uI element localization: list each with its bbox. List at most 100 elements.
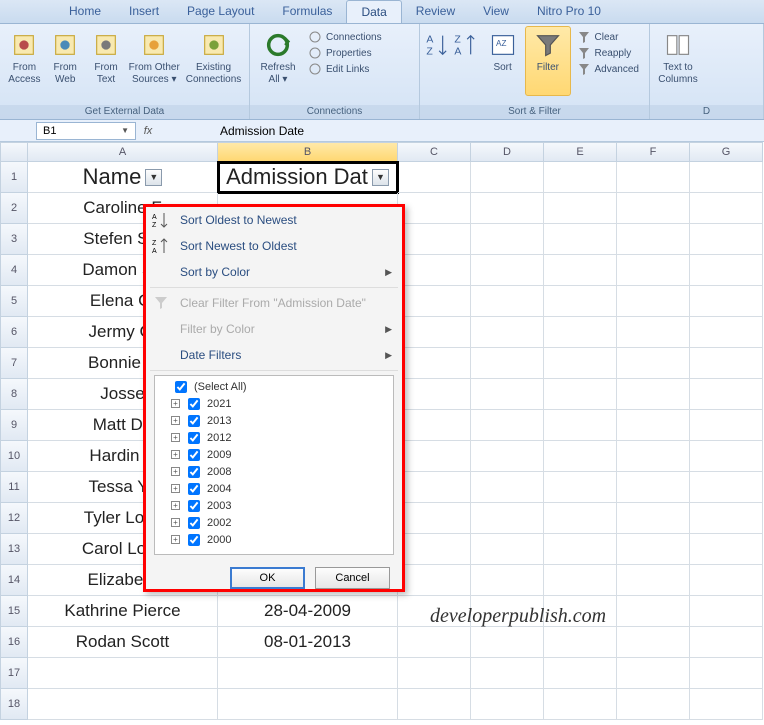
expand-icon[interactable]: +: [171, 535, 180, 544]
cell[interactable]: [471, 534, 544, 565]
cell[interactable]: [617, 658, 690, 689]
sort-newest-item[interactable]: ZA Sort Newest to Oldest: [146, 233, 402, 259]
cell[interactable]: [690, 565, 763, 596]
refresh-all-button[interactable]: Refresh All ▾: [254, 26, 302, 96]
row-header[interactable]: 1: [0, 162, 28, 193]
cell[interactable]: [690, 348, 763, 379]
column-header-F[interactable]: F: [617, 142, 690, 162]
cell[interactable]: [544, 162, 617, 193]
cell[interactable]: [617, 379, 690, 410]
column-header-D[interactable]: D: [471, 142, 544, 162]
tab-insert[interactable]: Insert: [115, 0, 173, 23]
row-header[interactable]: 17: [0, 658, 28, 689]
cell[interactable]: [617, 441, 690, 472]
cell[interactable]: [617, 317, 690, 348]
text-to-columns-button[interactable]: Text to Columns: [654, 26, 702, 96]
cell[interactable]: [617, 286, 690, 317]
cell[interactable]: [471, 565, 544, 596]
cell[interactable]: [544, 193, 617, 224]
cell[interactable]: [471, 627, 544, 658]
cell[interactable]: [398, 255, 471, 286]
row-header[interactable]: 9: [0, 410, 28, 441]
checkbox[interactable]: [188, 449, 200, 461]
expand-icon[interactable]: +: [171, 484, 180, 493]
row-header[interactable]: 18: [0, 689, 28, 720]
checkbox[interactable]: [188, 517, 200, 529]
date-filters-item[interactable]: Date Filters▶: [146, 342, 402, 368]
cell[interactable]: [617, 534, 690, 565]
tab-formulas[interactable]: Formulas: [268, 0, 346, 23]
row-header[interactable]: 12: [0, 503, 28, 534]
filter-arrow[interactable]: ▼: [372, 169, 389, 186]
checkbox[interactable]: [188, 483, 200, 495]
cell[interactable]: [544, 317, 617, 348]
cell[interactable]: [544, 534, 617, 565]
cell[interactable]: [544, 410, 617, 441]
cell[interactable]: Rodan Scott: [28, 627, 218, 658]
column-header-G[interactable]: G: [690, 142, 763, 162]
cell[interactable]: [471, 255, 544, 286]
row-header[interactable]: 6: [0, 317, 28, 348]
cell[interactable]: [690, 255, 763, 286]
checkbox[interactable]: [188, 534, 200, 546]
expand-icon[interactable]: +: [171, 467, 180, 476]
expand-icon[interactable]: +: [171, 518, 180, 527]
checkbox[interactable]: [188, 398, 200, 410]
cell[interactable]: [690, 162, 763, 193]
access-button[interactable]: From Access: [4, 26, 45, 96]
cell[interactable]: [690, 596, 763, 627]
cell[interactable]: [617, 503, 690, 534]
cell[interactable]: [398, 658, 471, 689]
cell[interactable]: [690, 193, 763, 224]
column-header-B[interactable]: B: [218, 142, 398, 162]
checkbox[interactable]: [188, 466, 200, 478]
cell[interactable]: Name▼: [28, 162, 218, 193]
tab-review[interactable]: Review: [402, 0, 469, 23]
tree-year[interactable]: +2000: [157, 531, 391, 548]
other-button[interactable]: From Other Sources ▾: [126, 26, 182, 96]
cell[interactable]: [398, 627, 471, 658]
cell[interactable]: [544, 472, 617, 503]
cell[interactable]: [617, 627, 690, 658]
cell[interactable]: 28-04-2009: [218, 596, 398, 627]
tree-year[interactable]: +2021: [157, 395, 391, 412]
cell[interactable]: [471, 193, 544, 224]
tree-year[interactable]: +2013: [157, 412, 391, 429]
existing-button[interactable]: Existing Connections: [182, 26, 245, 96]
cell[interactable]: [690, 379, 763, 410]
cell[interactable]: [398, 441, 471, 472]
column-header-E[interactable]: E: [544, 142, 617, 162]
tree-year[interactable]: +2008: [157, 463, 391, 480]
formula-input[interactable]: Admission Date: [216, 124, 764, 138]
web-button[interactable]: From Web: [45, 26, 86, 96]
row-header[interactable]: 4: [0, 255, 28, 286]
cell[interactable]: [471, 503, 544, 534]
cell[interactable]: [544, 503, 617, 534]
row-header[interactable]: 16: [0, 627, 28, 658]
tree-year[interactable]: +2004: [157, 480, 391, 497]
cell[interactable]: [617, 162, 690, 193]
row-header[interactable]: 15: [0, 596, 28, 627]
expand-icon[interactable]: +: [171, 501, 180, 510]
cell[interactable]: [471, 379, 544, 410]
checkbox[interactable]: [175, 381, 187, 393]
cell[interactable]: [617, 565, 690, 596]
cell[interactable]: [544, 658, 617, 689]
cell[interactable]: [544, 689, 617, 720]
cell[interactable]: [471, 410, 544, 441]
cell[interactable]: [690, 534, 763, 565]
checkbox[interactable]: [188, 500, 200, 512]
cell[interactable]: [398, 689, 471, 720]
cell[interactable]: [617, 596, 690, 627]
cell[interactable]: [617, 224, 690, 255]
cell[interactable]: [690, 286, 763, 317]
reapply-line[interactable]: Reapply: [577, 46, 639, 60]
cell[interactable]: [28, 658, 218, 689]
cell[interactable]: [398, 286, 471, 317]
expand-icon[interactable]: +: [171, 450, 180, 459]
name-box[interactable]: B1 ▼: [36, 122, 136, 140]
filter-tree[interactable]: (Select All) +2021+2013+2012+2009+2008+2…: [154, 375, 394, 555]
cell[interactable]: [471, 317, 544, 348]
cell[interactable]: [544, 255, 617, 286]
cell[interactable]: [544, 565, 617, 596]
